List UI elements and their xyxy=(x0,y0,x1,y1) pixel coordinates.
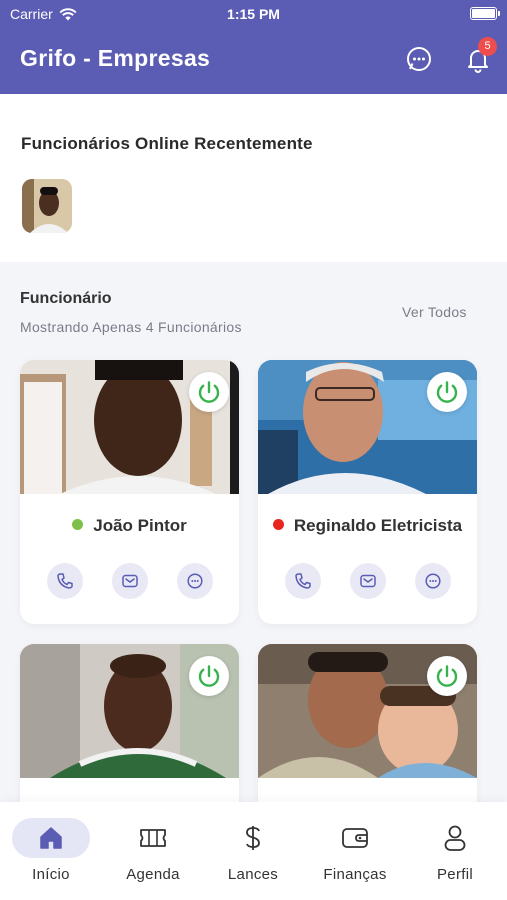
chat-button[interactable] xyxy=(177,563,213,599)
message-button[interactable] xyxy=(112,563,148,599)
tab-label: Finanças xyxy=(323,866,387,883)
recently-online-section: Funcionários Online Recentemente xyxy=(0,94,507,262)
employees-section-subtitle: Mostrando Apenas 4 Funcionários xyxy=(20,319,242,335)
phone-button[interactable] xyxy=(47,563,83,599)
user-icon xyxy=(435,818,475,858)
employee-name: João Pintor xyxy=(93,516,187,535)
employee-actions xyxy=(285,563,451,599)
mail-icon xyxy=(122,574,138,588)
power-icon[interactable] xyxy=(189,372,229,412)
phone-button[interactable] xyxy=(285,563,321,599)
notification-badge: 5 xyxy=(478,37,497,56)
app-header: Carrier 1:15 PM Grifo - Empresas 5 xyxy=(0,0,507,94)
phone-icon xyxy=(295,573,311,589)
tab-label: Perfil xyxy=(437,866,473,883)
message-button[interactable] xyxy=(350,563,386,599)
chat-icon[interactable] xyxy=(404,44,434,74)
chat-button[interactable] xyxy=(415,563,451,599)
app-title: Grifo - Empresas xyxy=(20,45,211,71)
wallet-icon xyxy=(335,818,375,858)
home-icon xyxy=(31,818,71,858)
mail-icon xyxy=(360,574,376,588)
employee-card[interactable]: João Pintor xyxy=(20,360,239,624)
chat-icon xyxy=(425,573,441,589)
tab-inicio[interactable]: Início xyxy=(12,818,102,888)
bottom-tab-bar: Início Agenda Lances Finanças Perfil xyxy=(0,802,507,900)
tab-agenda[interactable]: Agenda xyxy=(108,818,198,888)
employee-card[interactable]: Reginaldo Eletricista xyxy=(258,360,477,624)
phone-icon xyxy=(57,573,73,589)
ticket-icon xyxy=(133,818,173,858)
tab-label: Início xyxy=(32,866,70,883)
see-all-link[interactable]: Ver Todos xyxy=(402,304,467,320)
power-icon[interactable] xyxy=(427,372,467,412)
dollar-icon xyxy=(233,818,273,858)
employee-name-row: João Pintor xyxy=(20,516,239,536)
chat-icon xyxy=(187,573,203,589)
recent-employee-avatar[interactable] xyxy=(22,179,72,233)
employee-card[interactable] xyxy=(258,644,477,814)
battery-icon xyxy=(470,7,500,20)
employee-name-row: Reginaldo Eletricista xyxy=(258,516,477,536)
employee-actions xyxy=(47,563,213,599)
tab-perfil[interactable]: Perfil xyxy=(410,818,500,888)
status-dot xyxy=(272,519,284,530)
tab-lances[interactable]: Lances xyxy=(208,818,298,888)
tab-label: Agenda xyxy=(126,866,180,883)
recently-online-title: Funcionários Online Recentemente xyxy=(21,134,313,153)
employee-card[interactable] xyxy=(20,644,239,814)
status-time: 1:15 PM xyxy=(227,6,280,22)
employees-section-title: Funcionário xyxy=(20,290,112,307)
status-bar: Carrier 1:15 PM xyxy=(0,0,507,28)
power-icon[interactable] xyxy=(427,656,467,696)
power-icon[interactable] xyxy=(189,656,229,696)
employee-name: Reginaldo Eletricista xyxy=(293,516,463,535)
status-dot xyxy=(72,519,84,530)
tab-financas[interactable]: Finanças xyxy=(310,818,400,888)
tab-label: Lances xyxy=(227,866,279,883)
